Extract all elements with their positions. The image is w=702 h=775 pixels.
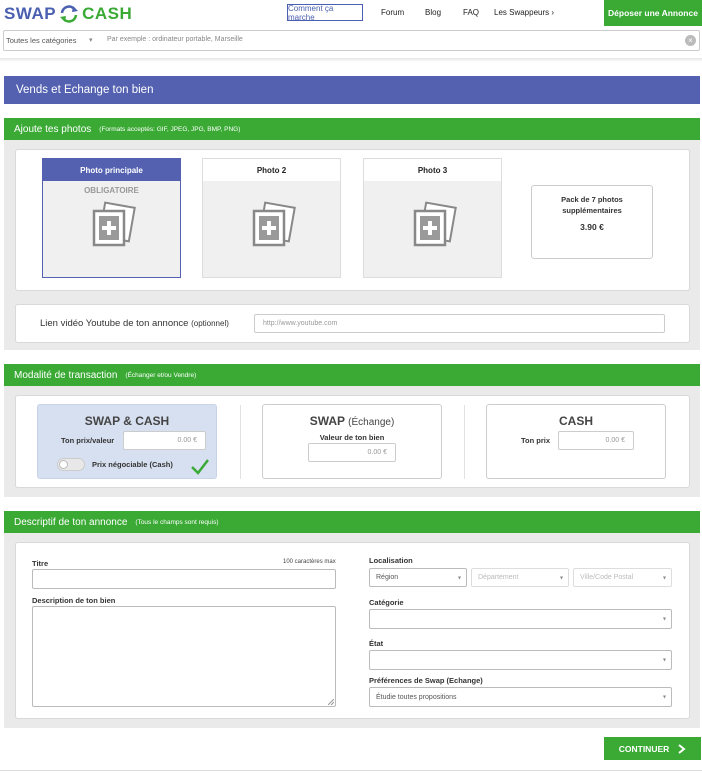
negotiable-label: Prix négociable (Cash) [92, 460, 173, 469]
toggle-knob [59, 460, 68, 469]
photo-3-slot[interactable]: Photo 3 [363, 158, 502, 278]
titre-input[interactable] [32, 569, 336, 589]
swap-cash-price-label: Ton prix/valeur [61, 436, 115, 445]
photo-3-label: Photo 3 [364, 159, 501, 181]
photo-2-slot[interactable]: Photo 2 [202, 158, 341, 278]
preferences-value: Étudie toutes propositions [376, 693, 457, 701]
logo[interactable]: SWAP CASH [4, 3, 132, 25]
pack-line-1: Pack de 7 photos [561, 195, 623, 204]
categorie-label: Catégorie [369, 598, 404, 607]
clear-icon[interactable]: × [685, 35, 696, 46]
transaction-section-header: Modalité de transaction (Échanger et/ou … [4, 364, 700, 386]
chevron-down-icon: ▾ [662, 616, 666, 623]
video-label-text: Lien vidéo Youtube de ton annonce [40, 318, 189, 329]
titre-label: Titre [32, 559, 49, 568]
deposit-ad-button[interactable]: Déposer une Annonce [604, 0, 702, 26]
etat-label: État [369, 639, 384, 648]
divider [240, 405, 241, 479]
video-label: Lien vidéo Youtube de ton annonce (optio… [40, 318, 229, 329]
youtube-link-input[interactable]: http://www.youtube.com [254, 314, 665, 333]
swap-title-paren: (Échange) [348, 417, 395, 428]
chevron-down-icon: ▾ [662, 657, 666, 664]
pack-price: 3.90 € [580, 222, 604, 232]
pack-line-2: supplémentaires [562, 206, 622, 215]
section-title: Modalité de transaction [14, 369, 118, 381]
photos-section-header: Ajoute tes photos (Formats acceptés: GIF… [4, 118, 700, 140]
continue-button[interactable]: CONTINUER [604, 737, 701, 760]
photo-2-label: Photo 2 [203, 159, 340, 181]
checkmark-icon [191, 459, 209, 475]
nav-swappeurs[interactable]: Les Swappeurs › [494, 8, 554, 17]
section-title: Ajoute tes photos [14, 123, 92, 135]
description-label: Description de ton bien [32, 596, 116, 605]
categorie-select[interactable]: ▾ [369, 609, 672, 629]
nav-faq[interactable]: FAQ [463, 8, 479, 17]
cash-title: CASH [558, 414, 593, 428]
continue-label: CONTINUER [618, 743, 670, 754]
preferences-label: Préférences de Swap (Echange) [369, 676, 483, 685]
page-title: Vends et Echange ton bien [4, 76, 700, 104]
section-title: Descriptif de ton annonce [14, 516, 128, 528]
swap-cash-price-input[interactable]: 0.00 € [123, 431, 206, 450]
swap-option[interactable]: SWAP (Échange) Valeur de ton bien [262, 404, 442, 479]
add-photo-icon [252, 201, 296, 247]
nav-forum[interactable]: Forum [381, 8, 404, 17]
category-select[interactable]: Toutes les catégories [6, 36, 76, 45]
resize-handle-icon[interactable] [328, 699, 334, 705]
add-photo-icon [413, 201, 457, 247]
swap-value-label: Valeur de ton bien [319, 433, 385, 442]
swap-title: SWAP [309, 414, 345, 428]
swap-cash-title: SWAP & CASH [84, 414, 170, 428]
region-value: Région [376, 574, 399, 581]
negotiable-toggle[interactable] [57, 458, 85, 471]
chevron-down-icon: ▾ [457, 575, 461, 581]
chevron-down-icon: ▾ [662, 694, 666, 701]
localisation-label: Localisation [369, 556, 413, 565]
footer-divider [0, 770, 702, 771]
ville-value: Ville/Code Postal [580, 574, 634, 581]
etat-select[interactable]: ▾ [369, 650, 672, 670]
region-select[interactable]: Région ▾ [369, 568, 467, 587]
description-textarea[interactable] [32, 606, 336, 707]
chevron-right-icon [678, 743, 686, 754]
nav-blog[interactable]: Blog [425, 8, 441, 17]
photo-pack-button[interactable]: Pack de 7 photos supplémentaires 3.90 € [531, 185, 653, 259]
logo-cash-text: CASH [82, 4, 133, 23]
video-optional-text: (optionnel) [191, 319, 229, 328]
departement-select[interactable]: Département ▾ [471, 568, 569, 587]
add-photo-icon [92, 201, 136, 247]
preferences-select[interactable]: Étudie toutes propositions ▾ [369, 687, 672, 707]
chevron-down-icon: ▾ [662, 575, 666, 581]
chevron-down-icon: ▾ [89, 37, 93, 44]
departement-value: Département [478, 574, 519, 581]
section-subtitle: (Échanger et/ou Vendre) [125, 371, 197, 379]
main-photo-label: Photo principale [43, 159, 180, 181]
chevron-down-icon: ▾ [559, 575, 563, 581]
logo-swap-text: SWAP [4, 4, 57, 23]
max-chars-label: 100 caractères max [283, 559, 336, 565]
header-shadow [0, 58, 702, 62]
cash-price-label: Ton prix [521, 436, 551, 445]
divider [464, 405, 465, 479]
section-subtitle: (Tous le champs sont requis) [135, 518, 219, 526]
how-it-works-button[interactable]: Comment ça marche [287, 4, 363, 22]
main-photo-slot[interactable]: Photo principale OBLIGATOIRE [42, 158, 181, 278]
descriptif-section-header: Descriptif de ton annonce (Tous le champ… [4, 511, 700, 533]
cash-price-input[interactable]: 0.00 € [558, 431, 634, 450]
swap-value-input[interactable]: 0.00 € [308, 443, 396, 462]
swap-arrows-icon [60, 5, 79, 23]
section-subtitle: (Formats acceptés: GIF, JPEG, JPG, BMP, … [99, 125, 241, 133]
ville-select[interactable]: Ville/Code Postal ▾ [573, 568, 672, 587]
required-label: OBLIGATOIRE [84, 186, 139, 195]
search-input[interactable]: Par exemple : ordinateur portable, Marse… [107, 36, 243, 43]
